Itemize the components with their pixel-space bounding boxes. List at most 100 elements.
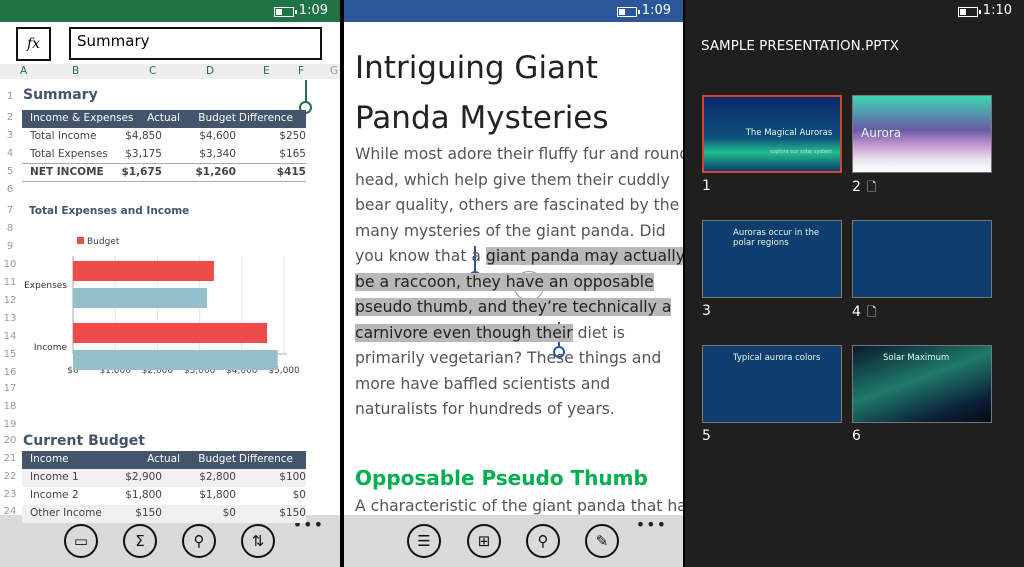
col-header[interactable]: F: [298, 65, 304, 77]
table-cell[interactable]: $1,800: [199, 489, 236, 501]
slide-thumbnail-5[interactable]: Typical aurora colors: [702, 345, 842, 423]
header-cell[interactable]: Actual: [147, 112, 180, 124]
col-header[interactable]: E: [263, 65, 270, 77]
table-cell[interactable]: $4,600: [199, 130, 236, 142]
bar-income-budget[interactable]: [73, 323, 268, 343]
row-header[interactable]: 6: [0, 184, 20, 195]
outline-button[interactable]: ☰: [407, 524, 441, 558]
table-cell[interactable]: $1,800: [125, 489, 162, 501]
current-budget-title[interactable]: Current Budget: [23, 433, 145, 449]
col-header[interactable]: A: [20, 65, 27, 77]
search-button[interactable]: ⚲: [526, 524, 560, 558]
table-cell[interactable]: $150: [279, 507, 306, 519]
paragraph-line[interactable]: primarily vegetarian? These things and: [355, 349, 661, 367]
header-cell[interactable]: Actual: [147, 453, 180, 465]
row-header[interactable]: 10: [0, 259, 20, 270]
row-header[interactable]: 20: [0, 435, 20, 446]
bar-chart[interactable]: $0 $1,000 $2,000 $3,000 $4,000 $5,000BudgetEx…: [20, 228, 320, 400]
row-header[interactable]: 24: [0, 506, 20, 517]
table-cell[interactable]: Income 1: [30, 471, 79, 483]
table-cell[interactable]: Total Income: [30, 130, 97, 142]
table-cell[interactable]: Total Expenses: [30, 148, 108, 160]
paragraph-line[interactable]: bear quality, others are fascinated by t…: [355, 196, 679, 214]
header-cell[interactable]: Budget: [198, 453, 236, 465]
col-header[interactable]: D: [206, 65, 214, 77]
row-header[interactable]: 23: [0, 489, 20, 500]
table-cell[interactable]: $100: [279, 471, 306, 483]
table-cell[interactable]: $150: [135, 507, 162, 519]
col-header[interactable]: G: [330, 65, 338, 77]
table-cell[interactable]: $3,175: [125, 148, 162, 160]
summary-title[interactable]: Summary: [23, 87, 98, 103]
row-header[interactable]: 5: [0, 166, 20, 177]
table-cell[interactable]: $3,340: [199, 148, 236, 160]
more-button[interactable]: •••: [636, 515, 667, 534]
header-cell[interactable]: Budget: [198, 112, 236, 124]
table-cell[interactable]: Other Income: [30, 507, 102, 519]
table-cell[interactable]: $2,800: [199, 471, 236, 483]
edit-button[interactable]: ✎: [585, 524, 619, 558]
sort-button[interactable]: ⇅: [241, 524, 275, 558]
paragraph-line[interactable]: While most adore their fluffy fur and ro…: [355, 145, 683, 163]
paragraph-line[interactable]: A characteristic of the giant panda that…: [355, 497, 683, 515]
doc-title[interactable]: Intriguing Giant: [355, 50, 598, 86]
row-header[interactable]: 17: [0, 383, 20, 394]
col-header[interactable]: C: [149, 65, 156, 77]
header-cell[interactable]: Difference: [239, 453, 293, 465]
slide-thumbnail-1[interactable]: The Magical Auroras explore our solar sys…: [702, 95, 842, 173]
col-header[interactable]: B: [72, 65, 79, 77]
table-cell[interactable]: $1,675: [121, 166, 162, 178]
header-cell[interactable]: Difference: [239, 112, 293, 124]
bar-expenses-budget[interactable]: [73, 261, 214, 281]
table-cell[interactable]: Income 2: [30, 489, 79, 501]
paragraph-line[interactable]: pseudo thumb, and they’re technically a: [355, 298, 672, 316]
row-header[interactable]: 4: [0, 148, 20, 159]
paragraph-line[interactable]: head, which help give them their cuddly: [355, 171, 670, 189]
bar-income-actual[interactable]: [73, 350, 278, 370]
bar-expenses-actual[interactable]: [73, 288, 207, 308]
sum-button[interactable]: Σ: [123, 524, 157, 558]
row-header[interactable]: 7: [0, 205, 20, 216]
row-header[interactable]: 11: [0, 277, 20, 288]
table-cell[interactable]: $165: [279, 148, 306, 160]
paragraph-line[interactable]: more have baffled scientists and: [355, 375, 610, 393]
section-heading[interactable]: Opposable Pseudo Thumb: [355, 466, 648, 490]
row-header[interactable]: 14: [0, 331, 20, 342]
slide-thumbnail-6[interactable]: Solar Maximum: [852, 345, 992, 423]
function-button[interactable]: fx: [16, 27, 51, 61]
table-cell[interactable]: $415: [277, 166, 306, 178]
table-cell[interactable]: $1,260: [195, 166, 236, 178]
row-header[interactable]: 1: [0, 91, 20, 102]
row-header[interactable]: 19: [0, 419, 20, 430]
header-cell[interactable]: Income & Expenses: [30, 112, 134, 124]
row-header[interactable]: 9: [0, 241, 20, 252]
row-header[interactable]: 13: [0, 313, 20, 324]
row-header[interactable]: 12: [0, 295, 20, 306]
formula-input[interactable]: Summary: [69, 27, 322, 60]
paragraph-line[interactable]: carnivore even though their diet is: [355, 323, 625, 342]
paragraph-line[interactable]: you know that a giant panda may actually: [355, 247, 683, 265]
row-header[interactable]: 22: [0, 471, 20, 482]
row-header[interactable]: 8: [0, 223, 20, 234]
paragraph-line[interactable]: many mysteries of the giant panda. Did: [355, 222, 666, 240]
row-header[interactable]: 21: [0, 453, 20, 464]
table-cell[interactable]: $0: [293, 489, 306, 501]
slide-thumbnail-2[interactable]: Aurora: [852, 95, 992, 173]
header-cell[interactable]: Income: [30, 453, 69, 465]
row-header[interactable]: 2: [0, 112, 20, 123]
table-cell[interactable]: $4,850: [125, 130, 162, 142]
doc-title[interactable]: Panda Mysteries: [355, 100, 609, 136]
table-cell[interactable]: $2,900: [125, 471, 162, 483]
row-header[interactable]: 15: [0, 349, 20, 360]
row-header[interactable]: 16: [0, 367, 20, 378]
row-header[interactable]: 18: [0, 401, 20, 412]
paragraph-line[interactable]: be a raccoon, they have an opposable: [355, 272, 654, 291]
slide-thumbnail-3[interactable]: Auroras occur in the polar regions: [702, 220, 842, 298]
slide-thumbnail-4[interactable]: [852, 220, 992, 298]
comment-button[interactable]: ▭: [64, 524, 98, 558]
table-cell[interactable]: NET INCOME: [30, 166, 104, 178]
row-header[interactable]: 3: [0, 130, 20, 141]
search-button[interactable]: ⚲: [182, 524, 216, 558]
paragraph-line[interactable]: naturalists for hundreds of years.: [355, 400, 615, 418]
table-cell[interactable]: $0: [223, 507, 236, 519]
